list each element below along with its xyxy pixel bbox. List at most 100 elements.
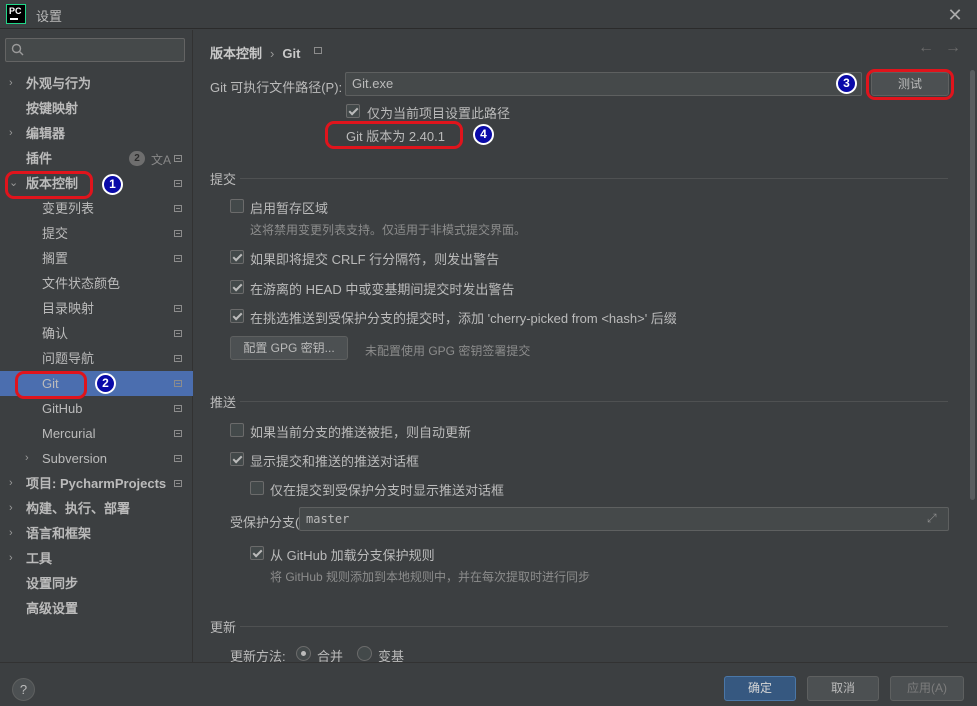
chevron-right-icon: › bbox=[9, 127, 13, 139]
rebase-radio[interactable] bbox=[357, 646, 372, 661]
git-path-input[interactable]: Git.exe bbox=[345, 72, 862, 96]
sidebar-item-label: 问题导航 bbox=[42, 351, 95, 366]
project-only-checkbox[interactable] bbox=[346, 104, 360, 118]
sidebar-item-changelists[interactable]: 变更列表 bbox=[0, 196, 193, 221]
chevron-right-icon: › bbox=[9, 552, 13, 564]
sidebar-item-github[interactable]: GitHub bbox=[0, 396, 193, 421]
annotation-ring-version bbox=[325, 121, 463, 149]
vertical-scrollbar[interactable] bbox=[970, 70, 975, 500]
sidebar-item-label: 高级设置 bbox=[26, 601, 79, 616]
sidebar-item-commit[interactable]: 提交 bbox=[0, 221, 193, 246]
chevron-right-icon: › bbox=[9, 77, 13, 89]
staging-area-checkbox[interactable] bbox=[230, 199, 244, 213]
project-scope-icon bbox=[174, 380, 182, 387]
protected-branches-input[interactable]: master bbox=[299, 507, 949, 531]
settings-content-panel: 版本控制 › Git ← → Git 可执行文件路径(P): Git.exe 测试 … bbox=[194, 30, 977, 664]
annotation-badge-4: 4 bbox=[473, 124, 494, 145]
apply-button[interactable]: 应用(A) bbox=[890, 676, 964, 701]
chevron-right-icon: › bbox=[9, 477, 13, 489]
sidebar-item-project[interactable]: › 项目: PycharmProjects bbox=[0, 471, 193, 496]
sidebar-item-confirmation[interactable]: 确认 bbox=[0, 321, 193, 346]
translate-icon: 文A bbox=[151, 153, 172, 167]
github-rules-label: 从 GitHub 加载分支保护规则 bbox=[270, 548, 435, 563]
sidebar-item-label: 按键映射 bbox=[26, 101, 79, 116]
breadcrumb: 版本控制 › Git bbox=[210, 43, 300, 62]
sidebar-item-label: Subversion bbox=[42, 451, 108, 466]
close-icon[interactable]: ✕ bbox=[944, 4, 966, 26]
pycharm-logo-icon: PC bbox=[6, 4, 26, 24]
cancel-button[interactable]: 取消 bbox=[807, 676, 879, 701]
sidebar-item-subversion[interactable]: › Subversion bbox=[0, 446, 193, 471]
project-scope-icon bbox=[174, 405, 182, 412]
sidebar-item-label: 变更列表 bbox=[42, 201, 95, 216]
show-push-dialog-label: 显示提交和推送的推送对话框 bbox=[250, 454, 420, 469]
sidebar-item-tools[interactable]: › 工具 bbox=[0, 546, 193, 571]
project-scope-icon bbox=[174, 180, 182, 187]
chevron-right-icon: › bbox=[9, 527, 13, 539]
sidebar-item-label: 语言和框架 bbox=[26, 526, 92, 541]
github-rules-checkbox[interactable] bbox=[250, 546, 264, 560]
merge-radio[interactable] bbox=[296, 646, 311, 661]
search-input[interactable] bbox=[5, 38, 185, 62]
project-scope-icon bbox=[174, 255, 182, 262]
auto-update-checkbox[interactable] bbox=[230, 423, 244, 437]
sidebar-item-label: 编辑器 bbox=[26, 126, 66, 141]
section-divider bbox=[240, 178, 948, 179]
sidebar-item-issue-navigation[interactable]: 问题导航 bbox=[0, 346, 193, 371]
annotation-ring-test bbox=[866, 69, 954, 100]
update-section-title: 更新 bbox=[210, 620, 237, 635]
sidebar-item-label: 工具 bbox=[26, 551, 53, 566]
sidebar-item-file-status-colors[interactable]: 文件状态颜色 bbox=[0, 271, 193, 296]
project-scope-icon bbox=[174, 355, 182, 362]
sidebar-item-settings-sync[interactable]: 设置同步 bbox=[0, 571, 193, 596]
staging-area-label: 启用暂存区域 bbox=[250, 201, 329, 216]
sidebar-item-label: 提交 bbox=[42, 226, 69, 241]
sidebar-item-editor[interactable]: › 编辑器 bbox=[0, 121, 193, 146]
annotation-ring-version-control bbox=[5, 171, 93, 199]
sidebar-item-advanced-settings[interactable]: 高级设置 bbox=[0, 596, 193, 621]
expand-icon[interactable]: ⤢ bbox=[927, 511, 937, 526]
sidebar-item-label: GitHub bbox=[42, 401, 83, 416]
section-divider bbox=[240, 401, 948, 402]
project-scope-icon bbox=[174, 305, 182, 312]
breadcrumb-parent[interactable]: 版本控制 bbox=[210, 46, 262, 61]
title-bar: PC 设置 ✕ bbox=[0, 0, 977, 29]
sidebar-item-appearance[interactable]: › 外观与行为 bbox=[0, 71, 193, 96]
sidebar-item-languages-frameworks[interactable]: › 语言和框架 bbox=[0, 521, 193, 546]
help-button[interactable]: ? bbox=[12, 678, 35, 701]
sidebar-item-keymap[interactable]: 按键映射 bbox=[0, 96, 193, 121]
sidebar-item-label: 目录映射 bbox=[42, 301, 95, 316]
annotation-badge-1: 1 bbox=[102, 174, 123, 195]
cherry-pick-label: 在挑选推送到受保护分支的提交时，添加 'cherry-picked from <… bbox=[250, 311, 677, 326]
sidebar-item-shelf[interactable]: 搁置 bbox=[0, 246, 193, 271]
ok-button[interactable]: 确定 bbox=[724, 676, 796, 701]
sidebar-item-mercurial[interactable]: Mercurial bbox=[0, 421, 193, 446]
sidebar-item-build-execution-deployment[interactable]: › 构建、执行、部署 bbox=[0, 496, 193, 521]
sidebar-item-directory-mappings[interactable]: 目录映射 bbox=[0, 296, 193, 321]
sidebar-item-label: 设置同步 bbox=[26, 576, 79, 591]
breadcrumb-current: Git bbox=[282, 46, 301, 61]
sidebar-item-label: 搁置 bbox=[42, 251, 69, 266]
project-scope-icon bbox=[174, 430, 182, 437]
project-scope-icon bbox=[314, 47, 322, 54]
crlf-warning-label: 如果即将提交 CRLF 行分隔符，则发出警告 bbox=[250, 252, 500, 267]
push-section-title: 推送 bbox=[210, 395, 237, 410]
annotation-badge-2: 2 bbox=[95, 373, 116, 394]
section-divider bbox=[240, 626, 948, 627]
sidebar-item-label: 插件 bbox=[26, 151, 53, 166]
github-rules-hint: 将 GitHub 规则添加到本地规则中，并在每次提取时进行同步 bbox=[270, 570, 591, 584]
protected-only-checkbox[interactable] bbox=[250, 481, 264, 495]
search-icon bbox=[11, 43, 24, 56]
configure-gpg-button[interactable]: 配置 GPG 密钥... bbox=[230, 336, 348, 360]
crlf-warning-checkbox[interactable] bbox=[230, 250, 244, 264]
sidebar-item-label: 确认 bbox=[42, 326, 69, 341]
chevron-right-icon: › bbox=[9, 502, 13, 514]
arrow-left-icon[interactable]: ← bbox=[918, 39, 934, 57]
show-push-dialog-checkbox[interactable] bbox=[230, 452, 244, 466]
cherry-pick-checkbox[interactable] bbox=[230, 309, 244, 323]
protected-only-label: 仅在提交到受保护分支时显示推送对话框 bbox=[270, 483, 505, 498]
arrow-right-icon[interactable]: → bbox=[945, 39, 961, 57]
project-scope-icon bbox=[174, 230, 182, 237]
detached-head-checkbox[interactable] bbox=[230, 280, 244, 294]
sidebar-item-plugins[interactable]: 插件 2 文A bbox=[0, 146, 193, 171]
